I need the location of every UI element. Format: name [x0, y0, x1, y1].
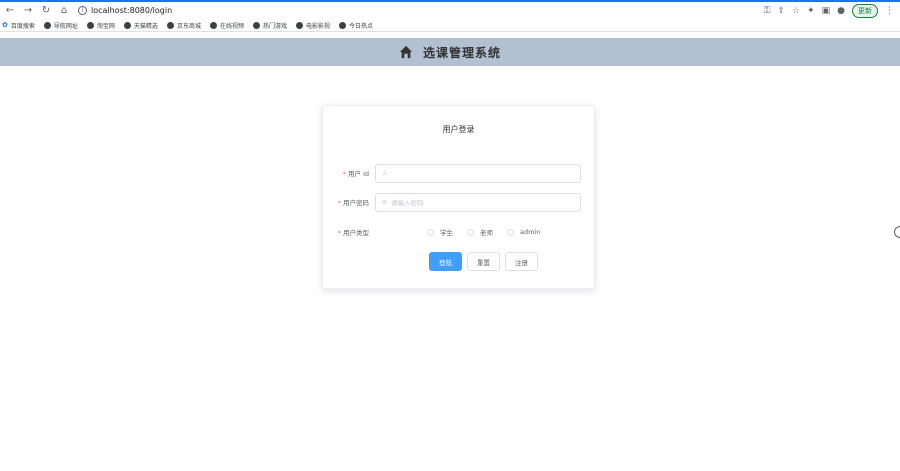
user-id-input[interactable]: ♙: [375, 163, 581, 183]
register-button[interactable]: 注册: [505, 252, 538, 271]
browser-actions: ⚿ ⇪ ☆ ✦ ▣ ● 更新 ⋮: [764, 4, 894, 18]
password-label: * 用户密码: [337, 199, 369, 207]
star-icon[interactable]: ☆: [792, 6, 800, 16]
forward-icon[interactable]: →: [20, 3, 36, 19]
globe-icon: [339, 21, 346, 29]
globe-icon: [252, 21, 260, 29]
bookmark-item[interactable]: 天猫精选: [123, 21, 158, 30]
update-button[interactable]: 更新: [852, 4, 878, 18]
user-id-row: * 用户 id ♙: [323, 163, 594, 183]
browser-toolbar: ← → ↻ ⌂ i localhost:8080/login ⚿ ⇪ ☆ ✦ ▣…: [0, 0, 900, 19]
sidebar-icon[interactable]: ▣: [822, 6, 831, 16]
user-type-label: * 用户类型: [337, 229, 369, 237]
globe-icon: [123, 21, 131, 29]
password-input[interactable]: ⊘ 请输入密码: [375, 192, 581, 212]
login-title: 用户登录: [442, 125, 475, 134]
bookmark-item[interactable]: 电影影视: [295, 21, 330, 30]
globe-icon: [295, 21, 303, 29]
bookmark-item[interactable]: 导航网址: [43, 21, 78, 30]
bookmark-item[interactable]: 淘宝网: [86, 21, 115, 30]
address-bar[interactable]: i localhost:8080/login: [78, 4, 172, 18]
reset-button[interactable]: 重置: [467, 252, 500, 271]
login-button[interactable]: 登陆: [429, 252, 462, 271]
lock-icon: ⊘: [382, 198, 388, 206]
extension-icon[interactable]: ✦: [807, 6, 815, 16]
bookmarks-bar: ✿ 百度搜索 导航网址 淘宝网 天猫精选 京东商城 在线视频 热门游戏 电影影视 …: [0, 19, 900, 32]
profile-icon[interactable]: ●: [837, 6, 845, 16]
globe-icon: [43, 21, 51, 29]
apps-icon: ✿: [2, 21, 8, 29]
reload-icon[interactable]: ↻: [38, 3, 54, 19]
radio-student[interactable]: 学生: [427, 227, 453, 237]
info-icon[interactable]: i: [78, 6, 87, 15]
home-browser-icon[interactable]: ⌂: [56, 3, 72, 19]
url-text: localhost:8080/login: [91, 6, 173, 15]
user-icon: ♙: [382, 169, 388, 177]
login-card: 用户登录 * 用户 id ♙ * 用户密码 ⊘ 请输入密码 * 用户类型 学生 老师 …: [322, 105, 595, 289]
user-id-label: * 用户 id: [342, 170, 369, 178]
app-header: 选课管理系统: [0, 38, 900, 66]
back-icon[interactable]: ←: [2, 3, 18, 19]
password-row: * 用户密码 ⊘ 请输入密码: [323, 192, 594, 212]
globe-icon: [209, 21, 217, 29]
user-type-group: 学生 老师 admin: [427, 227, 554, 237]
button-group: 登陆 重置 注册: [429, 252, 538, 271]
bookmark-item[interactable]: 热门游戏: [252, 21, 287, 30]
key-icon[interactable]: ⚿: [764, 6, 771, 16]
radio-admin[interactable]: admin: [507, 228, 540, 236]
globe-icon: [86, 21, 94, 29]
radio-teacher[interactable]: 老师: [467, 227, 493, 237]
bookmark-item[interactable]: 在线视频: [209, 21, 244, 30]
side-panel-toggle[interactable]: [894, 226, 900, 238]
user-type-row: * 用户类型 学生 老师 admin: [323, 222, 594, 242]
menu-icon[interactable]: ⋮: [885, 6, 894, 16]
home-icon[interactable]: [399, 45, 413, 59]
bookmark-item[interactable]: ✿ 百度搜索: [2, 21, 35, 30]
bookmark-item[interactable]: 今日热点: [339, 21, 373, 30]
page-title: 选课管理系统: [422, 45, 501, 60]
bookmark-item[interactable]: 京东商城: [166, 21, 201, 30]
globe-icon: [166, 21, 174, 29]
share-icon[interactable]: ⇪: [777, 6, 785, 16]
